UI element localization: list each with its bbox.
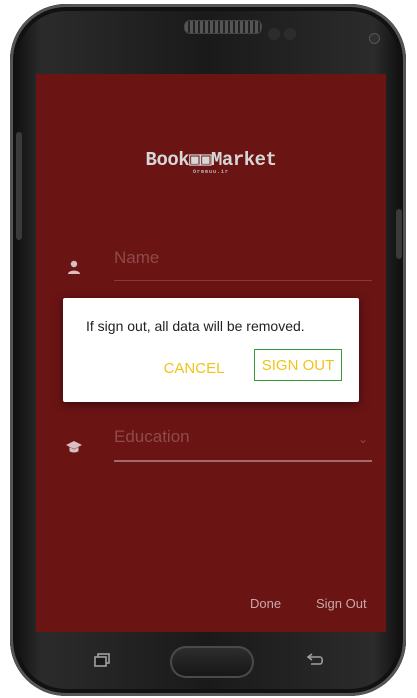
person-icon bbox=[68, 260, 80, 274]
done-button[interactable]: Done bbox=[250, 596, 281, 611]
light-sensor bbox=[284, 28, 296, 40]
sign-out-button[interactable]: Sign Out bbox=[316, 596, 367, 611]
app-logo: Book▣▣Market Ormmuu.ir bbox=[138, 148, 284, 175]
volume-button bbox=[16, 132, 22, 240]
hardware-nav-bar bbox=[36, 632, 386, 688]
back-icon[interactable] bbox=[306, 653, 324, 667]
logo-text: Book▣▣Market bbox=[145, 149, 277, 171]
app-screen: Book▣▣Market Ormmuu.ir Name Education ⌄ … bbox=[36, 74, 386, 632]
name-input-underline bbox=[114, 280, 372, 281]
education-select-underline bbox=[114, 460, 372, 462]
sign-out-dialog: If sign out, all data will be removed. C… bbox=[63, 298, 359, 402]
cancel-button[interactable]: CANCEL bbox=[159, 354, 229, 384]
graduation-cap-icon bbox=[66, 441, 82, 453]
earpiece-speaker bbox=[184, 20, 262, 34]
education-select[interactable]: Education bbox=[114, 427, 190, 447]
home-button[interactable] bbox=[170, 646, 254, 678]
recent-apps-icon[interactable] bbox=[94, 653, 110, 667]
name-input[interactable]: Name bbox=[114, 248, 159, 268]
confirm-sign-out-button[interactable]: SIGN OUT bbox=[254, 349, 342, 381]
chevron-down-icon[interactable]: ⌄ bbox=[358, 432, 368, 446]
dialog-message: If sign out, all data will be removed. bbox=[86, 318, 305, 334]
power-button bbox=[396, 209, 402, 259]
front-camera bbox=[369, 33, 380, 44]
proximity-sensor bbox=[268, 28, 280, 40]
